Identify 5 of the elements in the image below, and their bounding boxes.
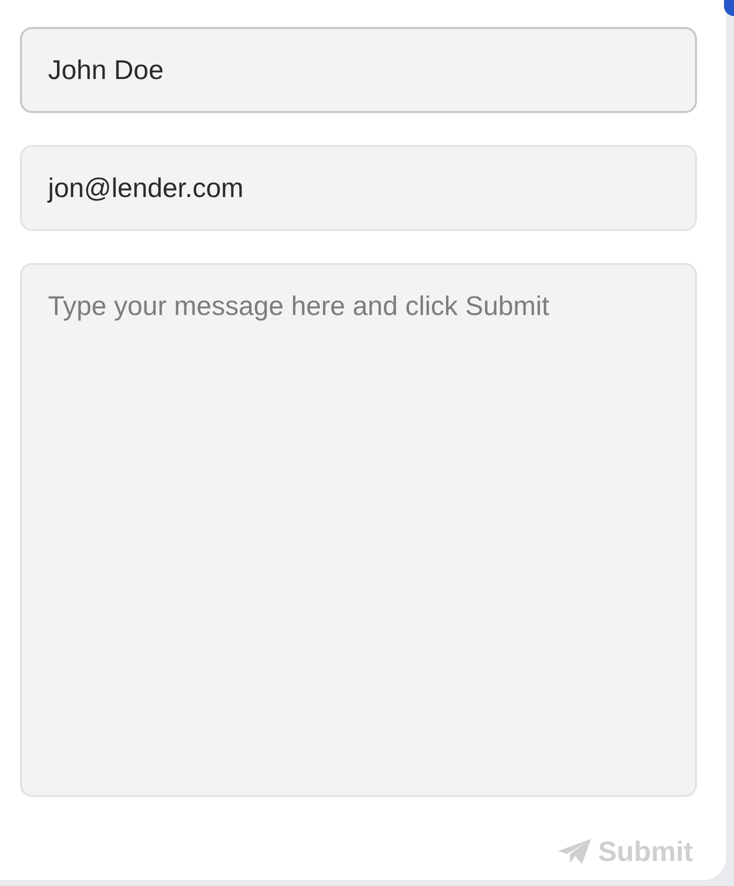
email-field[interactable]: jon@lender.com: [20, 145, 697, 231]
send-icon: [558, 838, 592, 866]
message-field[interactable]: Type your message here and click Submit: [20, 263, 697, 797]
name-field[interactable]: John Doe: [20, 27, 697, 113]
window-edge: [724, 0, 734, 16]
